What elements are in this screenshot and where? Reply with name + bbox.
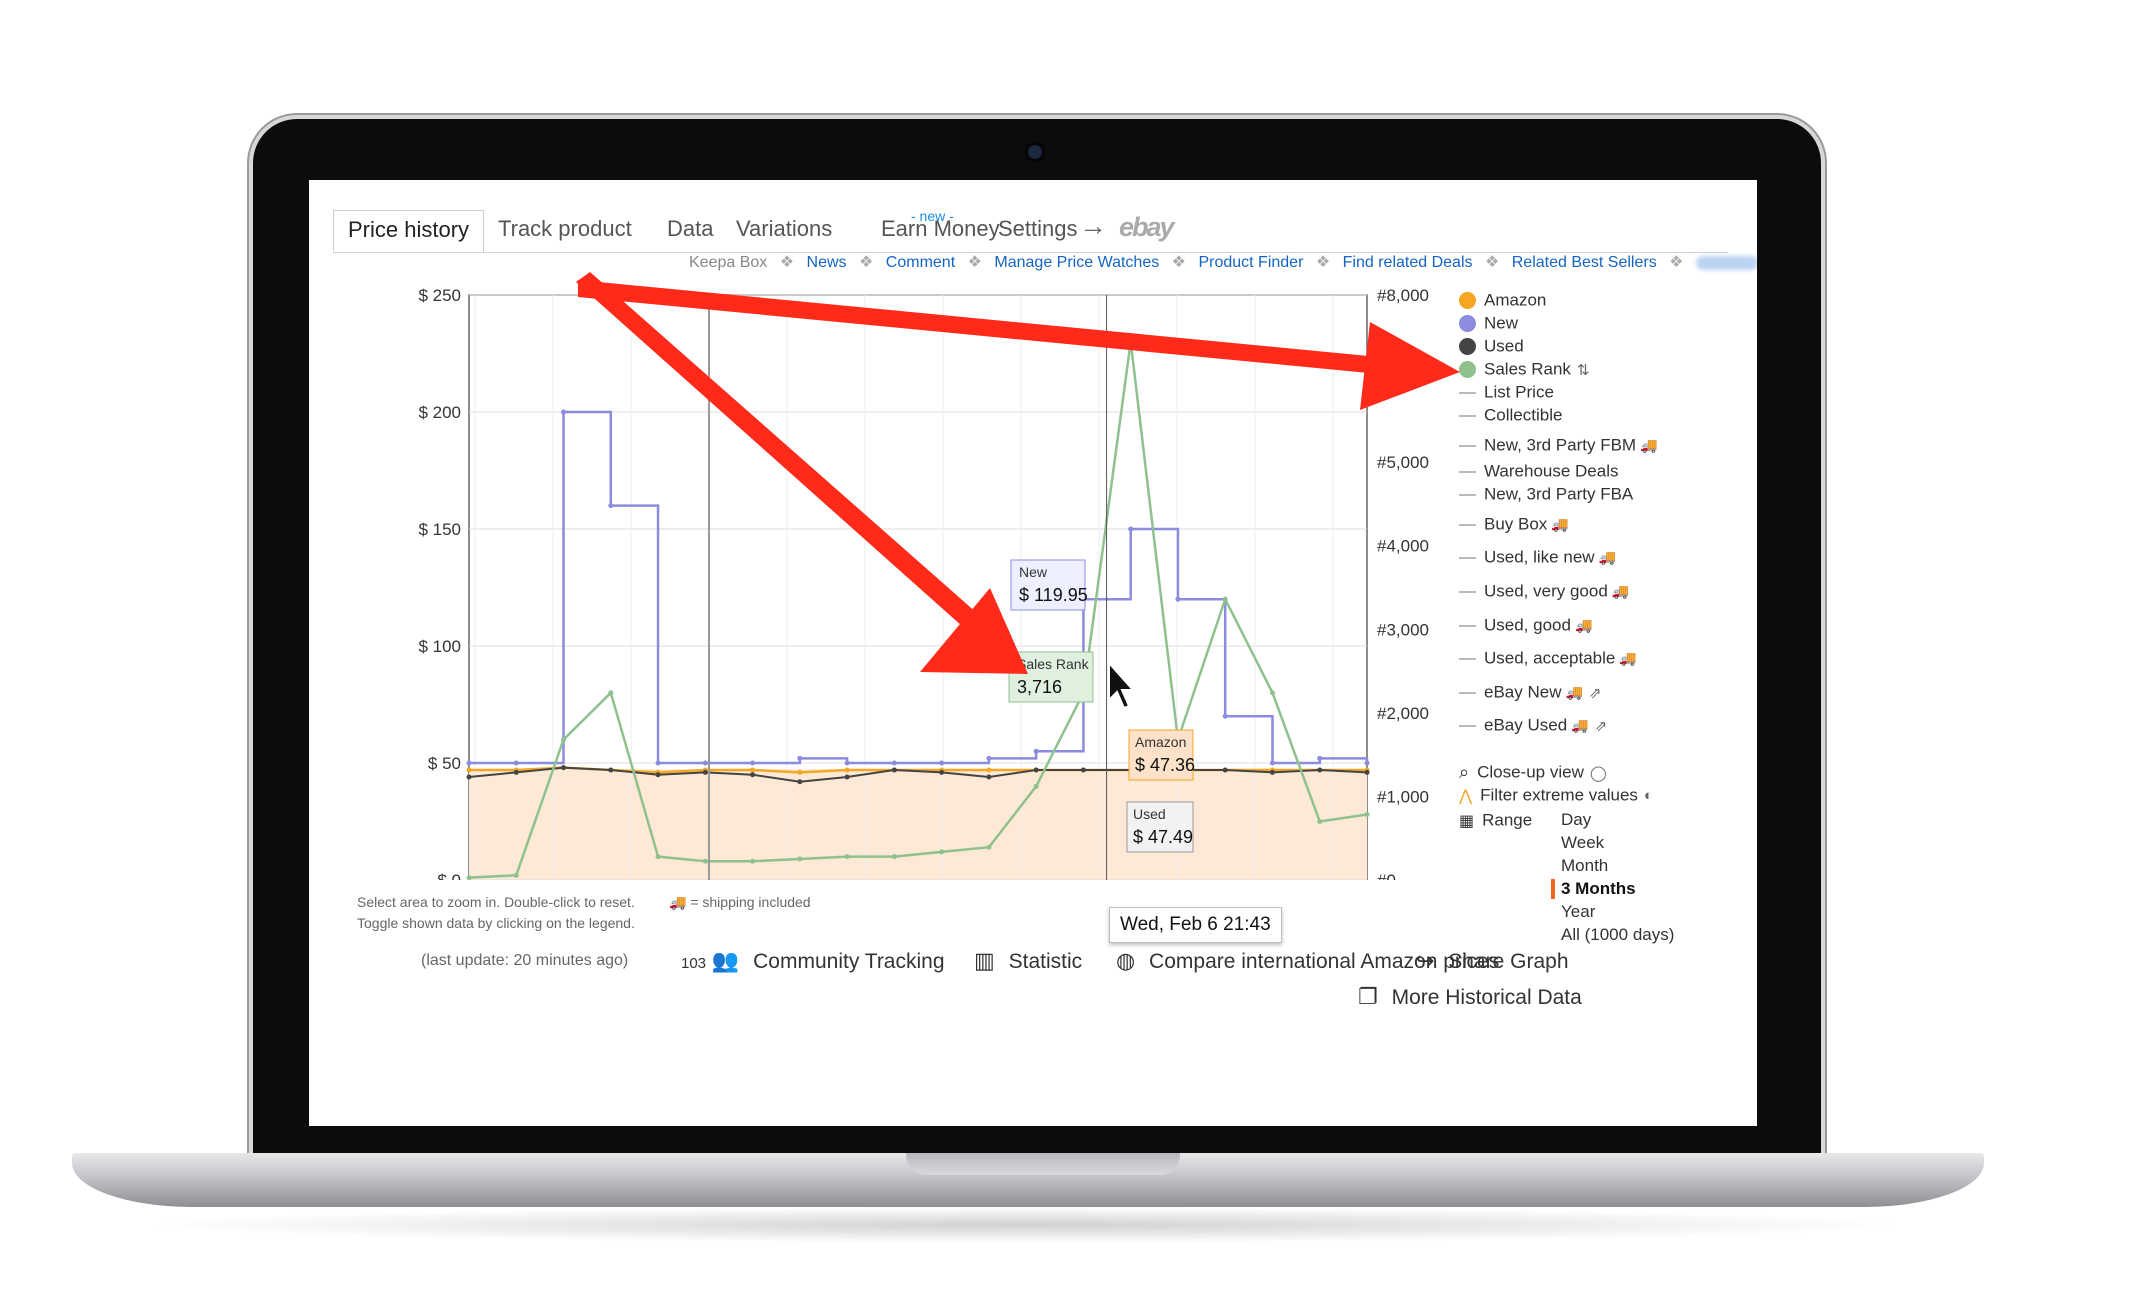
annotation-arrows [576,272,1460,674]
